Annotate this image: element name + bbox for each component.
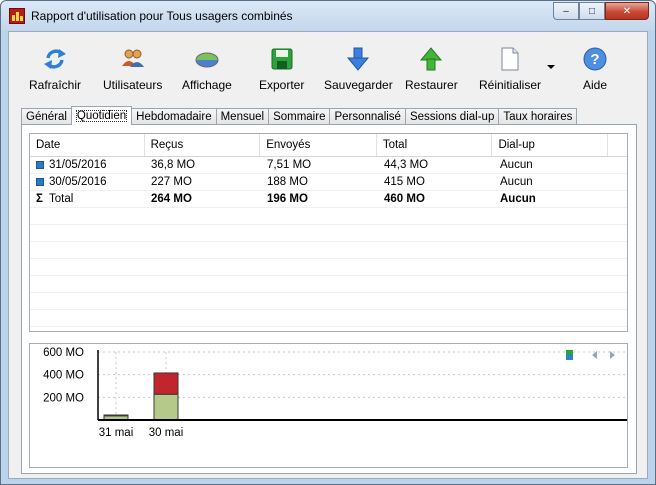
refresh-button[interactable]: Rafraîchir	[29, 46, 81, 92]
cell-total-label: Total	[49, 193, 74, 205]
window-title: Rapport d'utilisation pour Tous usagers …	[31, 9, 293, 23]
empty-row	[30, 208, 627, 225]
cell-received: 227 MO	[151, 176, 192, 188]
chart-svg: 200 MO 400 MO 600 MO 31 mai 30 mai	[43, 347, 627, 439]
refresh-icon	[44, 49, 66, 69]
legend-swatch-icon	[566, 355, 573, 360]
empty-row	[30, 276, 627, 293]
usage-chart: 200 MO 400 MO 600 MO 31 mai 30 mai	[29, 343, 628, 468]
restore-label: Restaurer	[405, 78, 458, 92]
help-icon: ?	[583, 47, 607, 71]
svg-text:?: ?	[590, 51, 599, 68]
help-label: Aide	[582, 78, 608, 92]
help-button[interactable]: ? Aide	[582, 46, 608, 92]
empty-row	[30, 293, 627, 310]
table-row[interactable]: 30/05/2016 227 MO 188 MO 415 MO Aucun	[30, 174, 627, 191]
close-button[interactable]: ✕	[605, 2, 649, 20]
reset-button[interactable]: Réinitialiser	[479, 46, 541, 92]
column-header-received[interactable]: Reçus	[145, 134, 261, 156]
app-icon	[9, 8, 25, 24]
client-area: Rafraîchir Utilisateurs Affichage Export…	[8, 31, 648, 479]
scroll-right-icon	[610, 351, 615, 359]
view-icon	[195, 52, 219, 68]
users-button[interactable]: Utilisateurs	[103, 46, 162, 92]
cell-received: 36,8 MO	[151, 159, 196, 171]
tab-general[interactable]: Général	[21, 108, 72, 125]
arrow-up-icon	[420, 47, 443, 71]
users-icon	[121, 49, 144, 67]
cell-date: 30/05/2016	[49, 176, 107, 188]
refresh-label: Rafraîchir	[29, 78, 82, 92]
row-bullet-icon	[36, 178, 44, 186]
tab-custom[interactable]: Personnalisé	[329, 108, 406, 125]
empty-row	[30, 310, 627, 327]
maximize-button[interactable]: □	[579, 2, 605, 20]
chart-nav-icons	[566, 350, 615, 360]
tab-dialup-sessions[interactable]: Sessions dial-up	[404, 108, 500, 125]
usage-table[interactable]: Date Reçus Envoyés Total Dial-up 31/05/2…	[29, 133, 628, 332]
bar-segment	[153, 372, 179, 395]
y-tick-label: 600 MO	[43, 347, 84, 359]
users-label: Utilisateurs	[103, 78, 163, 92]
view-label: Affichage	[182, 78, 232, 92]
tab-weekly[interactable]: Hebdomadaire	[131, 108, 217, 125]
row-bullet-icon	[36, 161, 44, 169]
title-bar[interactable]: Rapport d'utilisation pour Tous usagers …	[1, 1, 655, 31]
column-header-filler	[608, 134, 627, 156]
arrow-down-icon	[347, 47, 370, 71]
cell-total: 44,3 MO	[384, 159, 429, 171]
backup-button[interactable]: Sauvegarder	[324, 46, 393, 92]
minimize-button[interactable]: –	[553, 2, 579, 20]
bar-segment	[103, 414, 129, 417]
cell-sent: 188 MO	[267, 176, 308, 188]
save-disk-icon	[271, 48, 293, 70]
tab-daily[interactable]: Quotidien	[70, 106, 133, 125]
view-button[interactable]: Affichage	[182, 46, 232, 92]
empty-row	[30, 225, 627, 242]
reset-label: Réinitialiser	[479, 78, 542, 92]
tab-monthly[interactable]: Mensuel	[215, 108, 270, 125]
toolbar: Rafraîchir Utilisateurs Affichage Export…	[9, 32, 647, 102]
column-header-date[interactable]: Date	[30, 134, 145, 156]
sigma-icon: Σ	[36, 193, 43, 205]
cell-total: 415 MO	[384, 176, 425, 188]
reset-dropdown-arrow-icon[interactable]	[547, 65, 555, 69]
y-tick-label: 200 MO	[43, 392, 84, 404]
y-tick-label: 400 MO	[43, 370, 84, 382]
document-icon	[501, 47, 519, 71]
total-row[interactable]: Σ Total 264 MO 196 MO 460 MO Aucun	[30, 191, 627, 208]
restore-button[interactable]: Restaurer	[405, 46, 458, 92]
table-row[interactable]: 31/05/2016 36,8 MO 7,51 MO 44,3 MO Aucun	[30, 157, 627, 174]
tab-hourly-rates[interactable]: Taux horaires	[498, 108, 578, 125]
bar-segment	[153, 393, 179, 421]
cell-total-sent: 196 MO	[267, 193, 308, 205]
x-tick-label: 30 mai	[149, 427, 184, 439]
cell-sent: 7,51 MO	[267, 159, 312, 171]
daily-tab-panel: Date Reçus Envoyés Total Dial-up 31/05/2…	[21, 124, 637, 474]
column-header-sent[interactable]: Envoyés	[260, 134, 377, 156]
empty-row	[30, 242, 627, 259]
cell-dialup: Aucun	[500, 159, 533, 171]
tab-summary[interactable]: Sommaire	[268, 108, 331, 125]
column-header-total[interactable]: Total	[377, 134, 493, 156]
cell-total-dialup: Aucun	[500, 193, 536, 205]
cell-total-total: 460 MO	[384, 193, 425, 205]
cell-dialup: Aucun	[500, 176, 533, 188]
cell-date: 31/05/2016	[49, 159, 107, 171]
tab-strip: Général Quotidien Hebdomadaire Mensuel S…	[21, 106, 578, 125]
backup-label: Sauvegarder	[324, 78, 393, 92]
table-header: Date Reçus Envoyés Total Dial-up	[30, 134, 627, 157]
export-label: Exporter	[259, 78, 305, 92]
legend-swatch-icon	[566, 350, 573, 355]
report-window: Rapport d'utilisation pour Tous usagers …	[0, 0, 656, 485]
x-tick-label: 31 mai	[99, 427, 134, 439]
empty-row	[30, 259, 627, 276]
export-button[interactable]: Exporter	[259, 46, 304, 92]
scroll-left-icon	[592, 351, 597, 359]
column-header-dialup[interactable]: Dial-up	[492, 134, 609, 156]
cell-total-received: 264 MO	[151, 193, 192, 205]
